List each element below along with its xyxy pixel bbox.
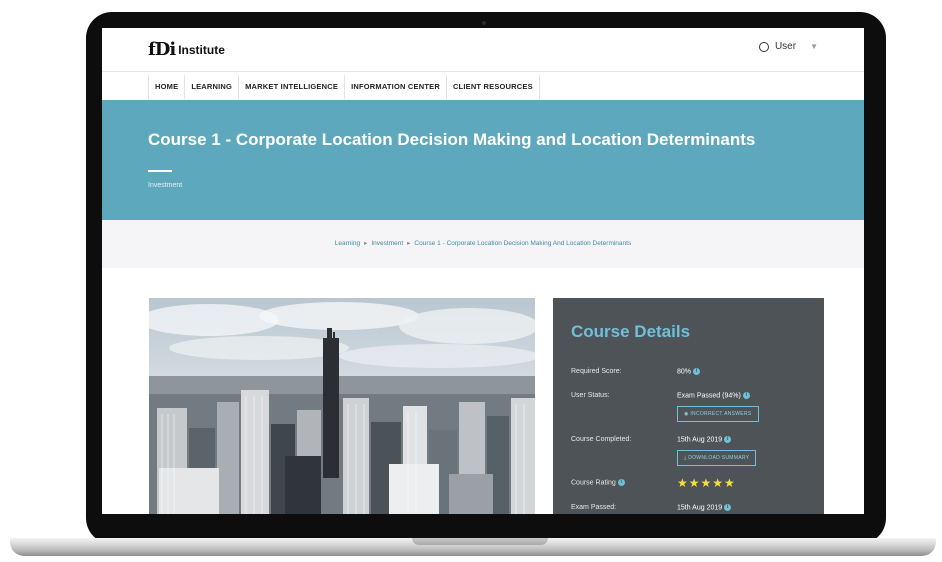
breadcrumb-band: Learning ▸ Investment ▸ Course 1 - Corporate… (102, 220, 864, 268)
nav-learning[interactable]: LEARNING (185, 75, 240, 99)
info-icon[interactable]: i (617, 479, 625, 486)
user-menu[interactable]: User ▼ (758, 41, 818, 52)
course-completed-row: 15th Aug 2019 i (677, 436, 732, 444)
user-status-value: Exam Passed (94%) (677, 392, 741, 400)
laptop-notch (412, 538, 548, 545)
logo[interactable]: fDi Institute (148, 39, 225, 60)
user-icon (758, 41, 769, 52)
info-icon[interactable]: i (724, 504, 732, 511)
breadcrumb-investment[interactable]: Investment (371, 240, 403, 247)
exam-passed-label: Exam Passed: (571, 504, 617, 511)
required-score-value: 80% (677, 368, 692, 376)
screen: fDi Institute User ▼ HOME LEARNING MARKE… (102, 28, 864, 514)
top-bar: fDi Institute User ▼ (102, 28, 864, 72)
download-summary-label: DOWNLOAD SUMMARY (688, 455, 750, 461)
course-rating-label: Course Rating (571, 479, 616, 487)
course-image (149, 298, 535, 514)
breadcrumb: Learning ▸ Investment ▸ Course 1 - Corporate… (102, 239, 864, 247)
course-completed-label: Course Completed: (571, 436, 632, 443)
course-rating-row: Course Rating i (571, 479, 625, 486)
required-score-label: Required Score: (571, 368, 622, 375)
logo-text: Institute (178, 42, 225, 57)
course-details-panel: Course Details Required Score: 80% i User… (553, 298, 824, 514)
info-icon[interactable]: i (693, 368, 701, 375)
exam-passed-value: 15th Aug 2019 (677, 504, 723, 512)
nav-home[interactable]: HOME (149, 75, 186, 99)
logo-mark: fDi (148, 39, 176, 60)
course-details-title: Course Details (571, 322, 691, 341)
breadcrumb-current: Course 1 - Corporate Location Decision M… (414, 240, 632, 247)
main-nav: HOME LEARNING MARKET INTELLIGENCE INFORM… (148, 75, 540, 99)
nav-client-resources[interactable]: CLIENT RESOURCES (447, 75, 540, 99)
required-score-row: 80% i (677, 368, 701, 376)
user-status-label: User Status: (571, 392, 610, 399)
info-icon[interactable]: i (742, 392, 750, 399)
caret-right-icon: ▸ (407, 240, 411, 247)
chevron-down-icon: ▼ (810, 42, 818, 51)
caret-right-icon: ▸ (364, 240, 368, 247)
user-label: User (774, 41, 797, 52)
title-underline (148, 170, 172, 172)
info-icon[interactable]: i (724, 436, 732, 443)
city-skyline-image (149, 298, 535, 514)
user-status-row: Exam Passed (94%) i (677, 392, 750, 399)
hero-banner: Course 1 - Corporate Location Decision M… (102, 100, 864, 220)
page-category: Investment (148, 182, 183, 189)
nav-information-center[interactable]: INFORMATION CENTER (345, 75, 447, 99)
incorrect-answers-button[interactable]: ◉ INCORRECT ANSWERS (677, 406, 759, 422)
page-title: Course 1 - Corporate Location Decision M… (148, 130, 756, 149)
course-completed-value: 15th Aug 2019 (677, 436, 723, 444)
incorrect-answers-label: INCORRECT ANSWERS (690, 411, 752, 417)
exam-passed-row: 15th Aug 2019 i (677, 504, 732, 512)
download-summary-button[interactable]: ⤓ DOWNLOAD SUMMARY (677, 450, 757, 466)
rating-stars[interactable]: ★★★★★ (677, 476, 736, 490)
nav-market-intelligence[interactable]: MARKET INTELLIGENCE (239, 75, 346, 99)
camera-dot (482, 21, 486, 25)
breadcrumb-learning[interactable]: Learning (335, 240, 360, 247)
